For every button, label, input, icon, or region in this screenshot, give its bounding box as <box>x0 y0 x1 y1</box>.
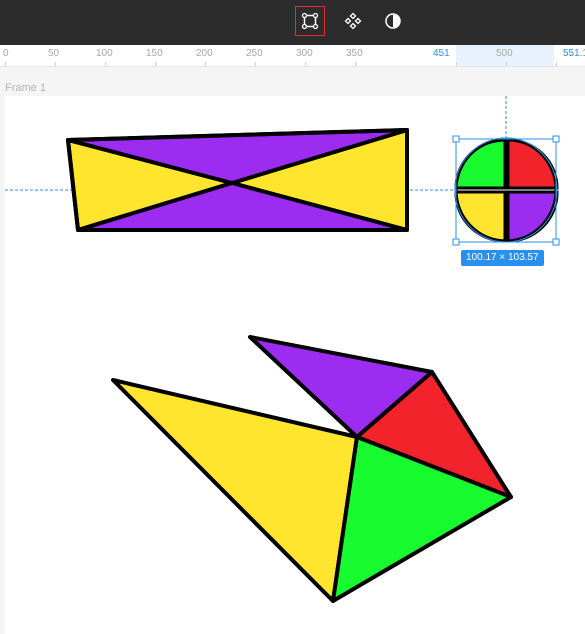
artwork-layer <box>5 96 560 603</box>
large-yellow-triangle[interactable] <box>111 378 359 603</box>
bowtie-shape[interactable] <box>66 128 409 232</box>
resize-handle-bottom-left[interactable] <box>452 238 460 246</box>
resize-handle-top-left[interactable] <box>452 135 460 143</box>
resize-handle-top-right[interactable] <box>552 135 560 143</box>
dimensions-badge: 100.17 × 103.57 <box>461 250 544 266</box>
triangle-composite-shape[interactable] <box>111 335 513 603</box>
resize-handle-bottom-right[interactable] <box>552 238 560 246</box>
quadrant-circle[interactable] <box>454 137 559 243</box>
